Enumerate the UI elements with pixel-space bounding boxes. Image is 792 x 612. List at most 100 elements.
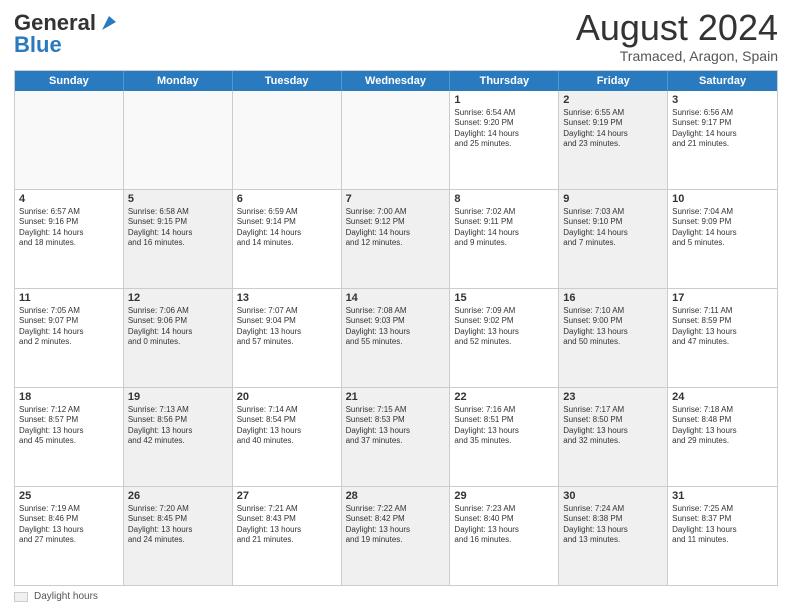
- weekday-header: Saturday: [668, 71, 777, 91]
- table-row: 16Sunrise: 7:10 AM Sunset: 9:00 PM Dayli…: [559, 289, 668, 387]
- table-row: 13 Sunrise: 7:07 AM Sunset: 9:04 PM Dayli…: [233, 289, 342, 387]
- table-row: 20 Sunrise: 7:14 AM Sunset: 8:54 PM Dayli…: [233, 388, 342, 486]
- calendar: SundayMondayTuesdayWednesdayThursdayFrid…: [14, 70, 778, 586]
- cell-info: Sunrise: 7:18 AM Sunset: 8:48 PM Dayligh…: [672, 405, 773, 447]
- cell-info: Sunrise: 7:20 AM Sunset: 8:45 PM Dayligh…: [128, 504, 228, 546]
- cell-info: Sunrise: 7:06 AM Sunset: 9:06 PM Dayligh…: [128, 306, 228, 348]
- calendar-row: 18 Sunrise: 7:12 AM Sunset: 8:57 PM Dayli…: [15, 388, 777, 487]
- cell-info: Sunrise: 7:00 AM Sunset: 9:12 PM Dayligh…: [346, 207, 446, 249]
- day-number: 21: [346, 391, 446, 403]
- table-row: 10Sunrise: 7:04 AM Sunset: 9:09 PM Dayli…: [668, 190, 777, 288]
- day-number: 2: [563, 94, 663, 106]
- weekday-header: Thursday: [450, 71, 559, 91]
- cell-info: Sunrise: 7:08 AM Sunset: 9:03 PM Dayligh…: [346, 306, 446, 348]
- calendar-row: 1 Sunrise: 6:54 AM Sunset: 9:20 PM Daylig…: [15, 91, 777, 190]
- table-row: 1 Sunrise: 6:54 AM Sunset: 9:20 PM Daylig…: [450, 91, 559, 189]
- table-row: [342, 91, 451, 189]
- cell-info: Sunrise: 7:14 AM Sunset: 8:54 PM Dayligh…: [237, 405, 337, 447]
- day-number: 5: [128, 193, 228, 205]
- logo: General Blue: [14, 10, 120, 58]
- table-row: 2 Sunrise: 6:55 AM Sunset: 9:19 PM Daylig…: [559, 91, 668, 189]
- weekday-header: Wednesday: [342, 71, 451, 91]
- day-number: 26: [128, 490, 228, 502]
- day-number: 30: [563, 490, 663, 502]
- daylight-swatch: [14, 592, 28, 602]
- cell-info: Sunrise: 6:59 AM Sunset: 9:14 PM Dayligh…: [237, 207, 337, 249]
- table-row: 8 Sunrise: 7:02 AM Sunset: 9:11 PM Daylig…: [450, 190, 559, 288]
- cell-info: Sunrise: 7:25 AM Sunset: 8:37 PM Dayligh…: [672, 504, 773, 546]
- table-row: 22Sunrise: 7:16 AM Sunset: 8:51 PM Dayli…: [450, 388, 559, 486]
- calendar-row: 25Sunrise: 7:19 AM Sunset: 8:46 PM Dayli…: [15, 487, 777, 585]
- weekday-header: Friday: [559, 71, 668, 91]
- cell-info: Sunrise: 7:09 AM Sunset: 9:02 PM Dayligh…: [454, 306, 554, 348]
- day-number: 3: [672, 94, 773, 106]
- table-row: 4 Sunrise: 6:57 AM Sunset: 9:16 PM Daylig…: [15, 190, 124, 288]
- cell-info: Sunrise: 7:13 AM Sunset: 8:56 PM Dayligh…: [128, 405, 228, 447]
- table-row: [233, 91, 342, 189]
- weekday-header: Monday: [124, 71, 233, 91]
- day-number: 22: [454, 391, 554, 403]
- day-number: 16: [563, 292, 663, 304]
- calendar-header: SundayMondayTuesdayWednesdayThursdayFrid…: [15, 71, 777, 91]
- day-number: 4: [19, 193, 119, 205]
- day-number: 7: [346, 193, 446, 205]
- weekday-header: Sunday: [15, 71, 124, 91]
- day-number: 27: [237, 490, 337, 502]
- header: General Blue August 2024 Tramaced, Arago…: [14, 10, 778, 64]
- month-year-title: August 2024: [576, 10, 778, 46]
- day-number: 23: [563, 391, 663, 403]
- day-number: 11: [19, 292, 119, 304]
- day-number: 20: [237, 391, 337, 403]
- day-number: 15: [454, 292, 554, 304]
- table-row: 26 Sunrise: 7:20 AM Sunset: 8:45 PM Dayli…: [124, 487, 233, 585]
- day-number: 19: [128, 391, 228, 403]
- cell-info: Sunrise: 7:23 AM Sunset: 8:40 PM Dayligh…: [454, 504, 554, 546]
- cell-info: Sunrise: 6:58 AM Sunset: 9:15 PM Dayligh…: [128, 207, 228, 249]
- day-number: 14: [346, 292, 446, 304]
- footer: Daylight hours: [14, 591, 778, 602]
- day-number: 13: [237, 292, 337, 304]
- cell-info: Sunrise: 7:12 AM Sunset: 8:57 PM Dayligh…: [19, 405, 119, 447]
- day-number: 1: [454, 94, 554, 106]
- cell-info: Sunrise: 7:07 AM Sunset: 9:04 PM Dayligh…: [237, 306, 337, 348]
- page: General Blue August 2024 Tramaced, Arago…: [0, 0, 792, 612]
- cell-info: Sunrise: 6:54 AM Sunset: 9:20 PM Dayligh…: [454, 108, 554, 150]
- cell-info: Sunrise: 7:24 AM Sunset: 8:38 PM Dayligh…: [563, 504, 663, 546]
- table-row: [124, 91, 233, 189]
- table-row: 31Sunrise: 7:25 AM Sunset: 8:37 PM Dayli…: [668, 487, 777, 585]
- day-number: 6: [237, 193, 337, 205]
- table-row: [15, 91, 124, 189]
- cell-info: Sunrise: 7:21 AM Sunset: 8:43 PM Dayligh…: [237, 504, 337, 546]
- table-row: 28 Sunrise: 7:22 AM Sunset: 8:42 PM Dayli…: [342, 487, 451, 585]
- day-number: 29: [454, 490, 554, 502]
- day-number: 9: [563, 193, 663, 205]
- calendar-body: 1 Sunrise: 6:54 AM Sunset: 9:20 PM Daylig…: [15, 91, 777, 585]
- table-row: 5 Sunrise: 6:58 AM Sunset: 9:15 PM Daylig…: [124, 190, 233, 288]
- cell-info: Sunrise: 6:57 AM Sunset: 9:16 PM Dayligh…: [19, 207, 119, 249]
- cell-info: Sunrise: 7:15 AM Sunset: 8:53 PM Dayligh…: [346, 405, 446, 447]
- table-row: 24Sunrise: 7:18 AM Sunset: 8:48 PM Dayli…: [668, 388, 777, 486]
- day-number: 18: [19, 391, 119, 403]
- cell-info: Sunrise: 6:55 AM Sunset: 9:19 PM Dayligh…: [563, 108, 663, 150]
- calendar-row: 11 Sunrise: 7:05 AM Sunset: 9:07 PM Dayli…: [15, 289, 777, 388]
- cell-info: Sunrise: 7:17 AM Sunset: 8:50 PM Dayligh…: [563, 405, 663, 447]
- table-row: 29 Sunrise: 7:23 AM Sunset: 8:40 PM Dayli…: [450, 487, 559, 585]
- table-row: 25Sunrise: 7:19 AM Sunset: 8:46 PM Dayli…: [15, 487, 124, 585]
- table-row: 23 Sunrise: 7:17 AM Sunset: 8:50 PM Dayli…: [559, 388, 668, 486]
- cell-info: Sunrise: 7:19 AM Sunset: 8:46 PM Dayligh…: [19, 504, 119, 546]
- cell-info: Sunrise: 7:02 AM Sunset: 9:11 PM Dayligh…: [454, 207, 554, 249]
- cell-info: Sunrise: 7:05 AM Sunset: 9:07 PM Dayligh…: [19, 306, 119, 348]
- table-row: 6 Sunrise: 6:59 AM Sunset: 9:14 PM Daylig…: [233, 190, 342, 288]
- day-number: 28: [346, 490, 446, 502]
- table-row: 7 Sunrise: 7:00 AM Sunset: 9:12 PM Daylig…: [342, 190, 451, 288]
- cell-info: Sunrise: 7:22 AM Sunset: 8:42 PM Dayligh…: [346, 504, 446, 546]
- cell-info: Sunrise: 7:04 AM Sunset: 9:09 PM Dayligh…: [672, 207, 773, 249]
- logo-blue: Blue: [14, 32, 62, 58]
- day-number: 8: [454, 193, 554, 205]
- table-row: 30 Sunrise: 7:24 AM Sunset: 8:38 PM Dayli…: [559, 487, 668, 585]
- cell-info: Sunrise: 6:56 AM Sunset: 9:17 PM Dayligh…: [672, 108, 773, 150]
- table-row: 11 Sunrise: 7:05 AM Sunset: 9:07 PM Dayli…: [15, 289, 124, 387]
- table-row: 27 Sunrise: 7:21 AM Sunset: 8:43 PM Dayli…: [233, 487, 342, 585]
- table-row: 21 Sunrise: 7:15 AM Sunset: 8:53 PM Dayli…: [342, 388, 451, 486]
- table-row: 15 Sunrise: 7:09 AM Sunset: 9:02 PM Dayli…: [450, 289, 559, 387]
